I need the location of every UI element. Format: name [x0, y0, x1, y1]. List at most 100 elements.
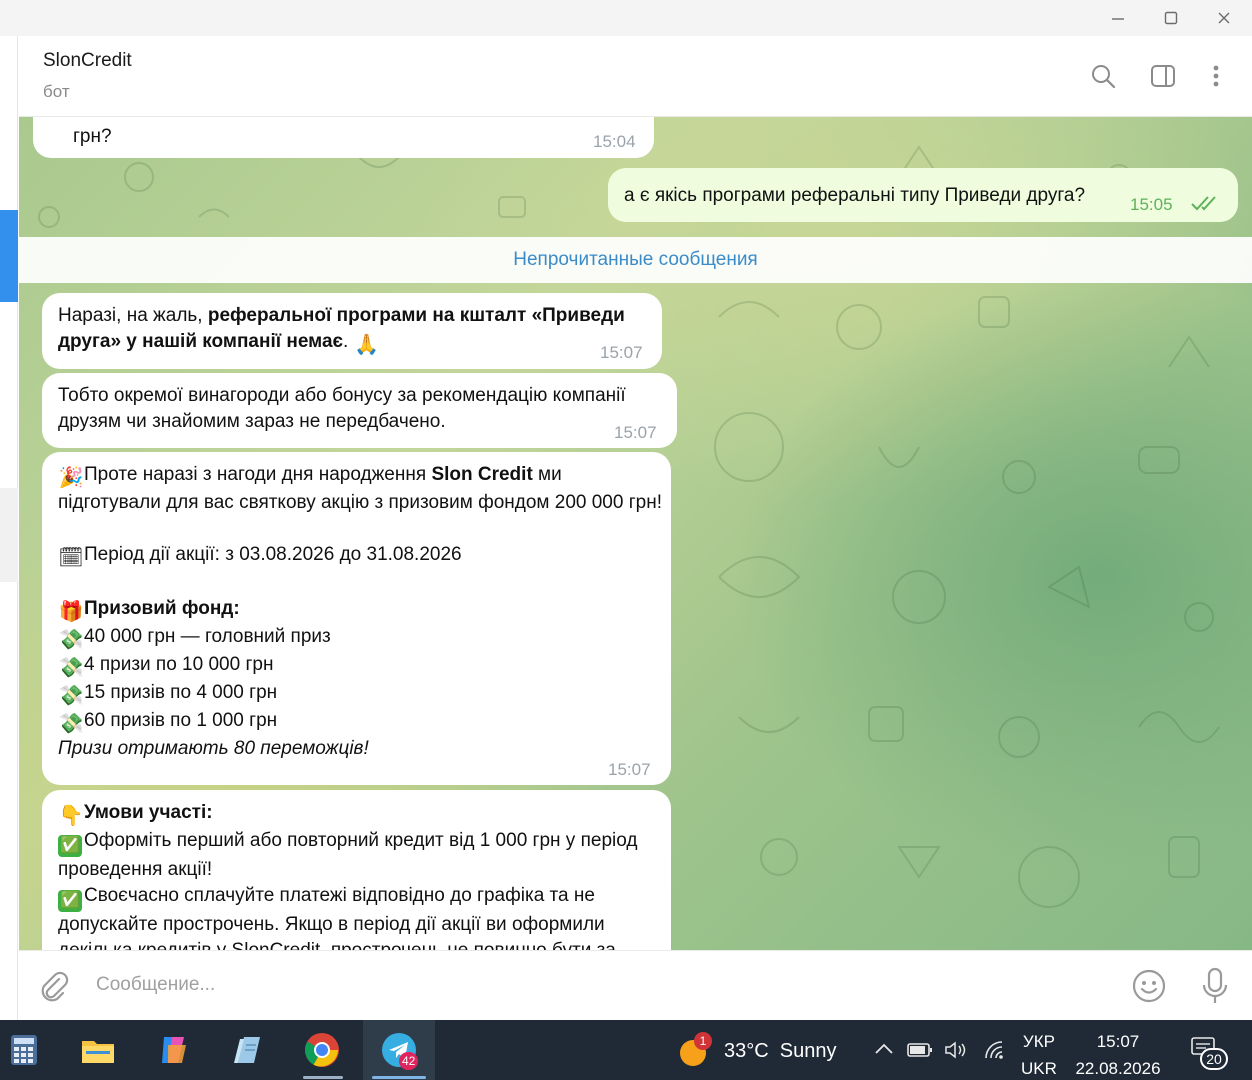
sidebar-panel-icon: [1151, 65, 1175, 87]
taskbar-telegram-button[interactable]: 42: [375, 1028, 423, 1072]
maximize-icon: [1164, 11, 1178, 25]
text-part: 40 000 грн — головний приз: [84, 626, 331, 647]
text-part: Оформіть перший або повторний кредит від…: [58, 830, 638, 880]
condition-item: ✅ Оформіть перший або повторний кредит ві…: [58, 828, 663, 883]
money-emoji-icon: 💸: [58, 685, 84, 707]
unread-label: Непрочитанные сообщения: [513, 249, 758, 270]
language-code: UKR: [1021, 1059, 1057, 1078]
text-part: 60 призів по 1 000 грн: [84, 710, 278, 731]
bold-text: Призовий фонд:: [84, 598, 240, 619]
text-part: Наразі, на жаль,: [58, 305, 208, 326]
incoming-message[interactable]: 🎉Проте наразі з нагоди дня народження Sl…: [42, 452, 671, 785]
maximize-button[interactable]: [1151, 4, 1191, 32]
chevron-up-icon[interactable]: [874, 1042, 894, 1056]
prize-footer: Призи отримають 80 переможців!: [58, 736, 663, 762]
message-text: грн?: [73, 126, 112, 147]
minimize-icon: [1112, 18, 1124, 20]
message-time: 15:07: [600, 343, 643, 362]
promo-intro: 🎉Проте наразі з нагоди дня народження Sl…: [58, 462, 663, 516]
pointing-down-emoji-icon: 👇: [58, 805, 84, 827]
message-list[interactable]: грн? 15:04 а є якісь програми реферальні…: [19, 117, 1252, 950]
more-vertical-icon: [1213, 65, 1219, 87]
taskbar-clock[interactable]: 15:07 22.08.2026: [1070, 1028, 1166, 1080]
message-text: а є якісь програми реферальні типу Приве…: [624, 185, 1086, 206]
incoming-message[interactable]: Тобто окремої винагороди або бонусу за р…: [42, 373, 677, 448]
window-title-bar: [0, 0, 1252, 36]
unread-messages-divider: Непрочитанные сообщения: [19, 237, 1252, 283]
wifi-icon[interactable]: [982, 1038, 1006, 1062]
search-button[interactable]: [1087, 60, 1119, 92]
message-text: 👇Умови участі: ✅ Оформіть перший або повт…: [58, 800, 663, 950]
message-text: Наразі, на жаль, реферальної програми на…: [58, 303, 658, 357]
close-button[interactable]: [1204, 4, 1244, 32]
prize-item: 💸40 000 грн — головний приз: [58, 624, 663, 652]
text-part: Період дії акції: з 03.08.2026 до 31.08.…: [84, 544, 462, 565]
taskbar-copilot-button[interactable]: [150, 1028, 198, 1072]
money-emoji-icon: 💸: [58, 657, 84, 679]
prize-item: 💸4 призи по 10 000 грн: [58, 652, 663, 680]
windows-taskbar: 42 1 33°C Sunny УКР UKR 15:07 22.08.2026…: [0, 1020, 1252, 1080]
telegram-window: SlonCredit бот грн? 15:04 а є якісь прог…: [0, 0, 1252, 1080]
gift-emoji-icon: 🎁: [58, 601, 84, 623]
search-icon: [1092, 65, 1116, 89]
conditions-title: 👇Умови участі:: [58, 800, 663, 828]
attach-paperclip-icon[interactable]: [37, 970, 71, 1004]
notification-center-button[interactable]: 20: [1190, 1034, 1230, 1070]
chat-status: бот: [43, 82, 70, 101]
incoming-message[interactable]: 👇Умови участі: ✅ Оформіть перший або повт…: [42, 790, 671, 950]
check-mark-emoji-icon: ✅: [58, 890, 82, 912]
battery-icon[interactable]: [907, 1042, 933, 1058]
pray-emoji-icon: 🙏: [354, 334, 380, 356]
message-input[interactable]: Сообщение...: [96, 974, 215, 996]
input-language-indicator[interactable]: УКР UKR: [1021, 1028, 1057, 1080]
clock-date: 22.08.2026: [1075, 1059, 1161, 1078]
message-text: Тобто окремої винагороди або бонусу за р…: [58, 385, 626, 432]
language-short: УКР: [1022, 1032, 1055, 1051]
microphone-icon[interactable]: [1199, 966, 1231, 1006]
folder-icon: [82, 1041, 114, 1063]
chat-title[interactable]: SlonCredit: [43, 50, 132, 72]
text-part: 4 призи по 10 000 грн: [84, 654, 274, 675]
chat-header[interactable]: SlonCredit бот: [19, 36, 1252, 117]
incoming-message[interactable]: грн? 15:04: [33, 117, 654, 158]
active-chat-indicator[interactable]: [0, 210, 18, 302]
weather-text[interactable]: 33°C Sunny: [724, 1040, 837, 1063]
text-part: Своєчасно сплачуйте платежі відповідно д…: [58, 885, 616, 950]
emoji-picker-icon[interactable]: [1131, 968, 1167, 1004]
read-double-check-icon: [1191, 196, 1216, 211]
condition-item: ✅ Своєчасно сплачуйте платежі відповідно …: [58, 883, 663, 950]
volume-icon[interactable]: [944, 1040, 968, 1060]
close-icon: [1218, 12, 1230, 24]
party-popper-emoji-icon: 🎉: [58, 467, 84, 489]
italic-text: Призи отримають 80 переможців!: [58, 738, 369, 759]
clock-time: 15:07: [1096, 1032, 1140, 1051]
notepad-icon: [234, 1037, 260, 1063]
text-part: Проте наразі з нагоди дня народження: [84, 464, 432, 485]
calculator-icon: [11, 1035, 37, 1065]
chrome-icon: [305, 1033, 339, 1067]
check-mark-emoji-icon: ✅: [58, 835, 82, 857]
money-emoji-icon: 💸: [58, 629, 84, 651]
taskbar-file-explorer-button[interactable]: [74, 1028, 122, 1072]
taskbar-calculator-button[interactable]: [0, 1028, 48, 1072]
chat-list-item[interactable]: [0, 488, 18, 582]
message-time: 15:05: [1130, 195, 1173, 214]
taskbar-chrome-button[interactable]: [298, 1028, 346, 1072]
notification-count-badge: 20: [1200, 1048, 1228, 1070]
message-text: 🎉Проте наразі з нагоди дня народження Sl…: [58, 462, 663, 762]
message-composer: Сообщение...: [19, 950, 1252, 1020]
sidebar-toggle-button[interactable]: [1147, 60, 1179, 92]
calendar-emoji-icon: 🗓: [58, 547, 84, 569]
telegram-active-indicator: [372, 1076, 426, 1079]
text-part: .: [343, 331, 349, 352]
message-time: 15:04: [593, 132, 636, 151]
message-time: 15:07: [608, 760, 651, 779]
promo-period: 🗓Період дії акції: з 03.08.2026 до 31.08…: [58, 542, 663, 570]
outgoing-message[interactable]: а є якісь програми реферальні типу Приве…: [608, 168, 1238, 222]
taskbar-notes-button[interactable]: [223, 1028, 271, 1072]
minimize-button[interactable]: [1098, 4, 1138, 32]
chat-list-edge[interactable]: [0, 36, 18, 1020]
incoming-message[interactable]: Наразі, на жаль, реферальної програми на…: [42, 293, 662, 369]
prize-item: 💸60 призів по 1 000 грн: [58, 708, 663, 736]
more-menu-button[interactable]: [1200, 60, 1232, 92]
